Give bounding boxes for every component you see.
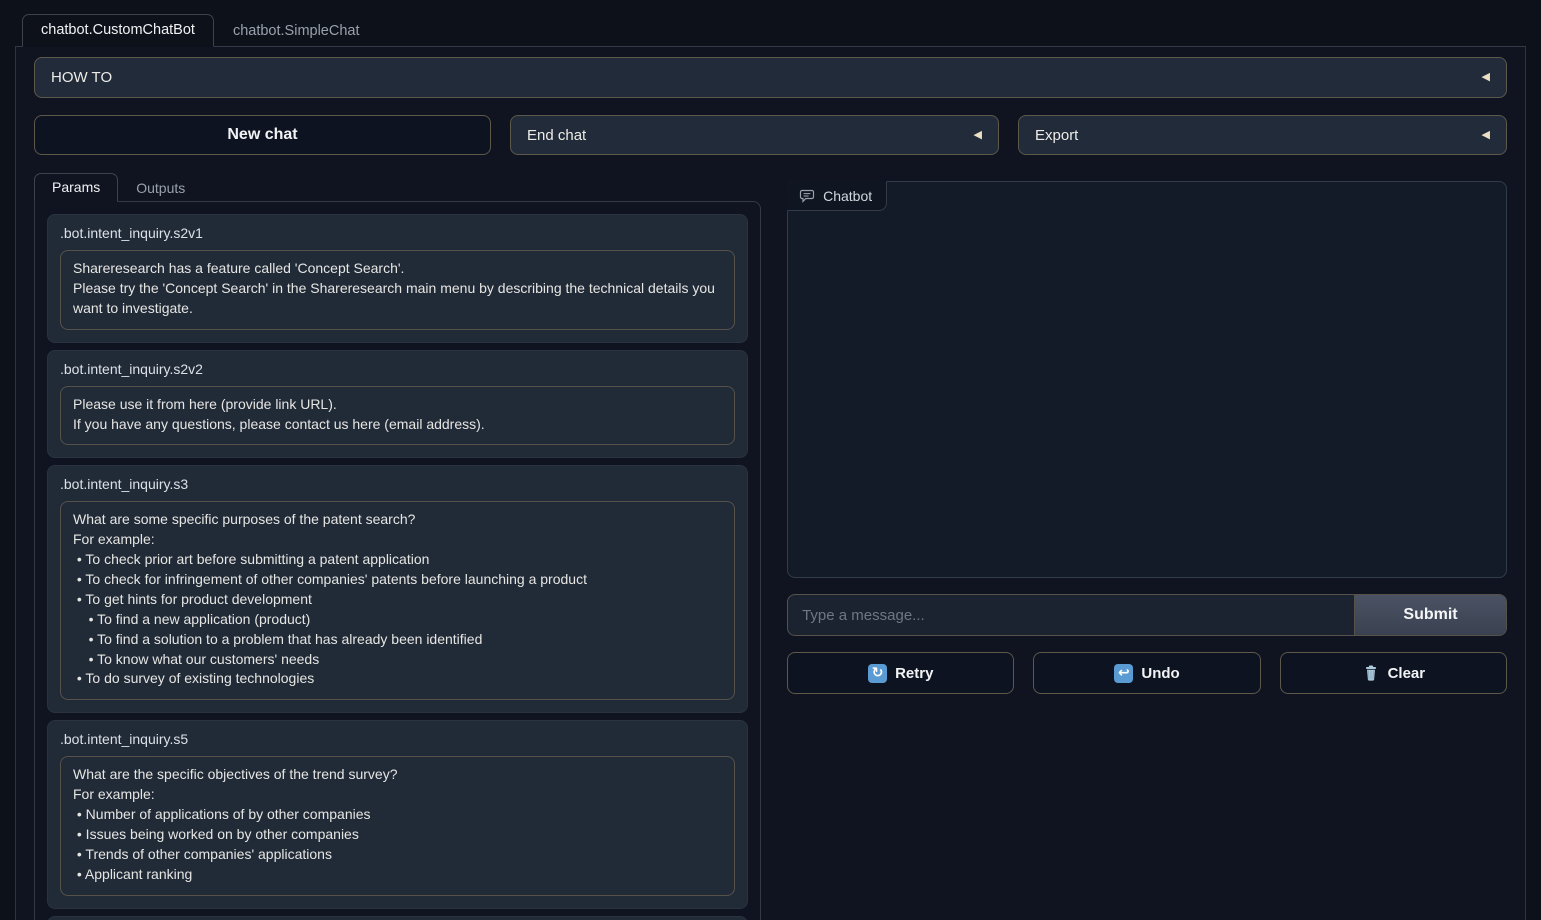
chat-bubble-icon — [799, 188, 815, 204]
undo-button[interactable]: ↩ Undo — [1033, 652, 1260, 694]
param-textarea[interactable]: Shareresearch has a feature called 'Conc… — [60, 250, 735, 330]
chatbot-panel-label: Chatbot — [787, 181, 887, 211]
app-root: chatbot.CustomChatBot chatbot.SimpleChat… — [0, 0, 1541, 920]
message-input[interactable] — [788, 595, 1354, 635]
chatbot-panel[interactable]: Chatbot — [787, 181, 1507, 578]
param-label: .bot.intent_inquiry.s2v2 — [60, 361, 735, 377]
action-row: New chat End chat ◀ Export ◀ — [34, 115, 1507, 155]
submit-button[interactable]: Submit — [1354, 595, 1506, 635]
param-group: .bot.intent_inquiry.s9 — [47, 916, 748, 920]
param-label: .bot.intent_inquiry.s3 — [60, 476, 735, 492]
param-group: .bot.intent_inquiry.s2v2 Please use it f… — [47, 350, 748, 459]
param-group: .bot.intent_inquiry.s2v1 Shareresearch h… — [47, 214, 748, 343]
tab-simple-chat[interactable]: chatbot.SimpleChat — [214, 15, 379, 47]
tab-outputs[interactable]: Outputs — [118, 174, 203, 202]
params-tabbar: Params Outputs — [34, 173, 761, 201]
clear-button-label: Clear — [1388, 665, 1426, 682]
tab-custom-chatbot[interactable]: chatbot.CustomChatBot — [22, 14, 214, 47]
tab-params[interactable]: Params — [34, 173, 118, 202]
param-textarea[interactable]: Please use it from here (provide link UR… — [60, 386, 735, 446]
how-to-accordion[interactable]: HOW TO ◀ — [34, 57, 1507, 98]
retry-icon: ↻ — [868, 664, 887, 683]
accordion-collapse-icon: ◀ — [1482, 130, 1490, 141]
accordion-collapse-icon: ◀ — [974, 130, 982, 141]
params-fields: .bot.intent_inquiry.s2v1 Shareresearch h… — [34, 201, 761, 920]
params-column: Params Outputs .bot.intent_inquiry.s2v1 … — [34, 173, 761, 920]
undo-button-label: Undo — [1141, 665, 1179, 682]
how-to-accordion-label: HOW TO — [51, 69, 112, 86]
accordion-collapse-icon: ◀ — [1482, 72, 1490, 83]
param-group: .bot.intent_inquiry.s3 What are some spe… — [47, 465, 748, 713]
retry-button[interactable]: ↻ Retry — [787, 652, 1014, 694]
chatbot-column: Chatbot Submit ↻ Retry ↩ Undo — [787, 181, 1507, 694]
param-label: .bot.intent_inquiry.s5 — [60, 731, 735, 747]
main-area: Params Outputs .bot.intent_inquiry.s2v1 … — [34, 173, 1507, 920]
trash-icon — [1362, 664, 1380, 682]
window-tabbar: chatbot.CustomChatBot chatbot.SimpleChat — [15, 14, 1526, 47]
chat-button-row: ↻ Retry ↩ Undo — [787, 652, 1507, 694]
message-bar: Submit — [787, 594, 1507, 636]
chatbot-panel-label-text: Chatbot — [823, 188, 872, 204]
clear-button[interactable]: Clear — [1280, 652, 1507, 694]
new-chat-button[interactable]: New chat — [34, 115, 491, 155]
custom-chatbot-tab-content: HOW TO ◀ New chat End chat ◀ Export ◀ Pa… — [15, 47, 1526, 920]
end-chat-accordion-label: End chat — [527, 127, 586, 144]
export-accordion[interactable]: Export ◀ — [1018, 115, 1507, 155]
param-group: .bot.intent_inquiry.s5 What are the spec… — [47, 720, 748, 908]
undo-icon: ↩ — [1114, 664, 1133, 683]
param-label: .bot.intent_inquiry.s2v1 — [60, 225, 735, 241]
param-textarea[interactable]: What are the specific objectives of the … — [60, 756, 735, 895]
end-chat-accordion[interactable]: End chat ◀ — [510, 115, 999, 155]
param-textarea[interactable]: What are some specific purposes of the p… — [60, 501, 735, 700]
export-accordion-label: Export — [1035, 127, 1078, 144]
retry-button-label: Retry — [895, 665, 933, 682]
